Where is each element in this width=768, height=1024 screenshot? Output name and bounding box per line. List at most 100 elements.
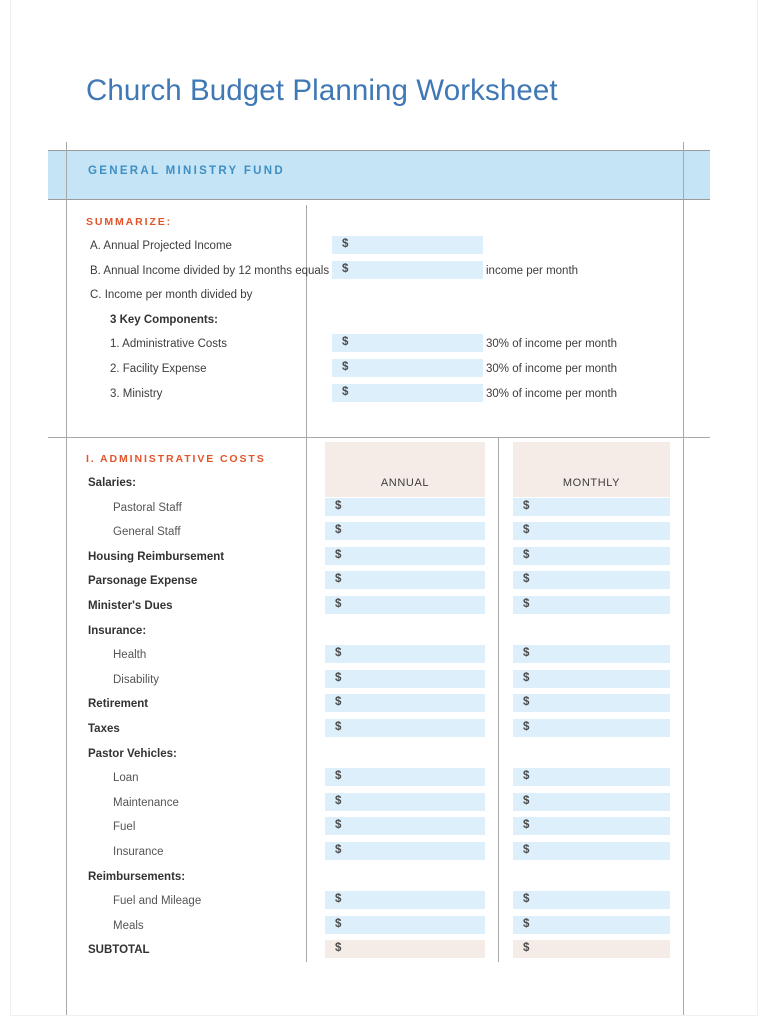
dollar-sign: $ (523, 598, 530, 610)
admin-monthly-amount-input[interactable]: $ (513, 669, 670, 688)
admin-row-label: Fuel and Mileage (113, 895, 202, 908)
admin-annual-amount-input[interactable]: $ (325, 891, 485, 910)
dollar-sign: $ (523, 499, 530, 512)
admin-monthly-amount-input[interactable]: $ (513, 817, 670, 836)
admin-monthly-amount-input[interactable]: $ (513, 940, 670, 959)
admin-monthly-amount-input[interactable]: $ (513, 891, 670, 910)
admin-row-label: Meals (113, 919, 144, 932)
dollar-sign: $ (523, 548, 530, 561)
summarize-amount-input[interactable]: $ (332, 334, 483, 353)
admin-monthly-amount-input[interactable]: $ (513, 522, 670, 541)
summarize-row-descriptor: 30% of income per month (486, 363, 618, 375)
annual-column-header: ANNUAL (325, 442, 485, 497)
page-title: Church Budget Planning Worksheet (86, 74, 558, 107)
right-margin-rule (683, 142, 684, 1015)
dollar-sign: $ (342, 238, 349, 250)
annual-column-header-label: ANNUAL (380, 477, 430, 489)
admin-annual-amount-input[interactable]: $ (325, 596, 485, 614)
dollar-sign: $ (335, 573, 342, 586)
admin-monthly-amount-input[interactable]: $ (513, 645, 670, 664)
summarize-amount-input[interactable]: $ (332, 260, 483, 279)
admin-row-label: Pastoral Staff (113, 501, 182, 514)
admin-annual-amount-input[interactable]: $ (325, 817, 485, 836)
admin-monthly-amount-input[interactable]: $ (513, 915, 670, 934)
admin-row-label: Taxes (88, 723, 120, 735)
dollar-sign: $ (523, 893, 530, 906)
dollar-sign: $ (342, 336, 349, 349)
admin-monthly-amount-input[interactable]: $ (513, 596, 670, 614)
admin-monthly-amount-input[interactable]: $ (513, 768, 670, 787)
summarize-row-label: 2. Facility Expense (110, 363, 207, 375)
dollar-sign: $ (335, 819, 342, 832)
dollar-sign: $ (523, 671, 530, 684)
summarize-row-label: A. Annual Projected Income (90, 240, 232, 252)
admin-row-label: Minister's Dues (88, 600, 173, 612)
dollar-sign: $ (523, 524, 530, 537)
admin-row-label: Retirement (88, 698, 149, 711)
dollar-sign: $ (335, 721, 342, 733)
section-divider-rule (48, 437, 710, 438)
dollar-sign: $ (335, 844, 342, 856)
dollar-sign: $ (342, 361, 349, 373)
admin-annual-amount-input[interactable]: $ (325, 645, 485, 664)
summarize-row-descriptor: 30% of income per month (486, 387, 618, 400)
dollar-sign: $ (342, 262, 349, 275)
dollar-sign: $ (523, 721, 530, 733)
admin-annual-amount-input[interactable]: $ (325, 571, 485, 590)
admin-row-label: Housing Reimbursement (88, 550, 225, 563)
admin-annual-amount-input[interactable]: $ (325, 768, 485, 787)
administrative-costs-heading: I. ADMINISTRATIVE COSTS (86, 453, 266, 465)
dollar-sign: $ (523, 770, 530, 783)
worksheet-page: Church Budget Planning Worksheet GENERAL… (0, 0, 768, 1024)
dollar-sign: $ (523, 647, 530, 660)
admin-monthly-amount-input[interactable]: $ (513, 694, 670, 713)
summarize-amount-input[interactable]: $ (332, 236, 483, 254)
admin-row-label: Parsonage Expense (88, 575, 198, 588)
dollar-sign: $ (335, 770, 342, 783)
dollar-sign: $ (335, 647, 342, 660)
admin-row-label: Pastor Vehicles: (88, 747, 177, 760)
admin-monthly-amount-input[interactable]: $ (513, 571, 670, 590)
annual-column-rule (306, 437, 307, 962)
left-margin-rule (66, 142, 67, 1015)
dollar-sign: $ (335, 499, 342, 512)
dollar-sign: $ (335, 893, 342, 906)
dollar-sign: $ (523, 819, 530, 832)
admin-annual-amount-input[interactable]: $ (325, 497, 485, 516)
admin-annual-amount-input[interactable]: $ (325, 522, 485, 541)
summarize-amount-input[interactable]: $ (332, 383, 483, 402)
dollar-sign: $ (523, 573, 530, 586)
admin-annual-amount-input[interactable]: $ (325, 719, 485, 737)
fund-band-label: GENERAL MINISTRY FUND (88, 165, 285, 177)
dollar-sign: $ (523, 917, 530, 930)
admin-monthly-amount-input[interactable]: $ (513, 497, 670, 516)
general-ministry-fund-band: GENERAL MINISTRY FUND (48, 150, 710, 200)
admin-annual-amount-input[interactable]: $ (325, 940, 485, 959)
dollar-sign: $ (342, 385, 349, 398)
dollar-sign: $ (335, 917, 342, 930)
admin-row-label: General Staff (113, 526, 181, 539)
dollar-sign: $ (335, 598, 342, 610)
dollar-sign: $ (523, 844, 530, 856)
admin-monthly-amount-input[interactable]: $ (513, 792, 670, 811)
dollar-sign: $ (335, 942, 342, 955)
admin-annual-amount-input[interactable]: $ (325, 694, 485, 713)
admin-row-label: Maintenance (113, 796, 179, 809)
dollar-sign: $ (523, 942, 530, 955)
admin-annual-amount-input[interactable]: $ (325, 842, 485, 860)
admin-row-label: Salaries: (88, 477, 136, 489)
admin-annual-amount-input[interactable]: $ (325, 546, 485, 565)
admin-annual-amount-input[interactable]: $ (325, 915, 485, 934)
summarize-row-descriptor: income per month (486, 264, 579, 277)
admin-annual-amount-input[interactable]: $ (325, 669, 485, 688)
admin-annual-amount-input[interactable]: $ (325, 792, 485, 811)
admin-monthly-amount-input[interactable]: $ (513, 546, 670, 565)
admin-row-label: Fuel (113, 821, 136, 834)
dollar-sign: $ (335, 696, 342, 709)
admin-row-label: Reimbursements: (88, 870, 186, 883)
admin-monthly-amount-input[interactable]: $ (513, 719, 670, 737)
admin-monthly-amount-input[interactable]: $ (513, 842, 670, 860)
admin-row-label: Insurance: (88, 624, 147, 637)
summarize-amount-input[interactable]: $ (332, 359, 483, 377)
admin-row-label: Insurance (113, 846, 164, 858)
